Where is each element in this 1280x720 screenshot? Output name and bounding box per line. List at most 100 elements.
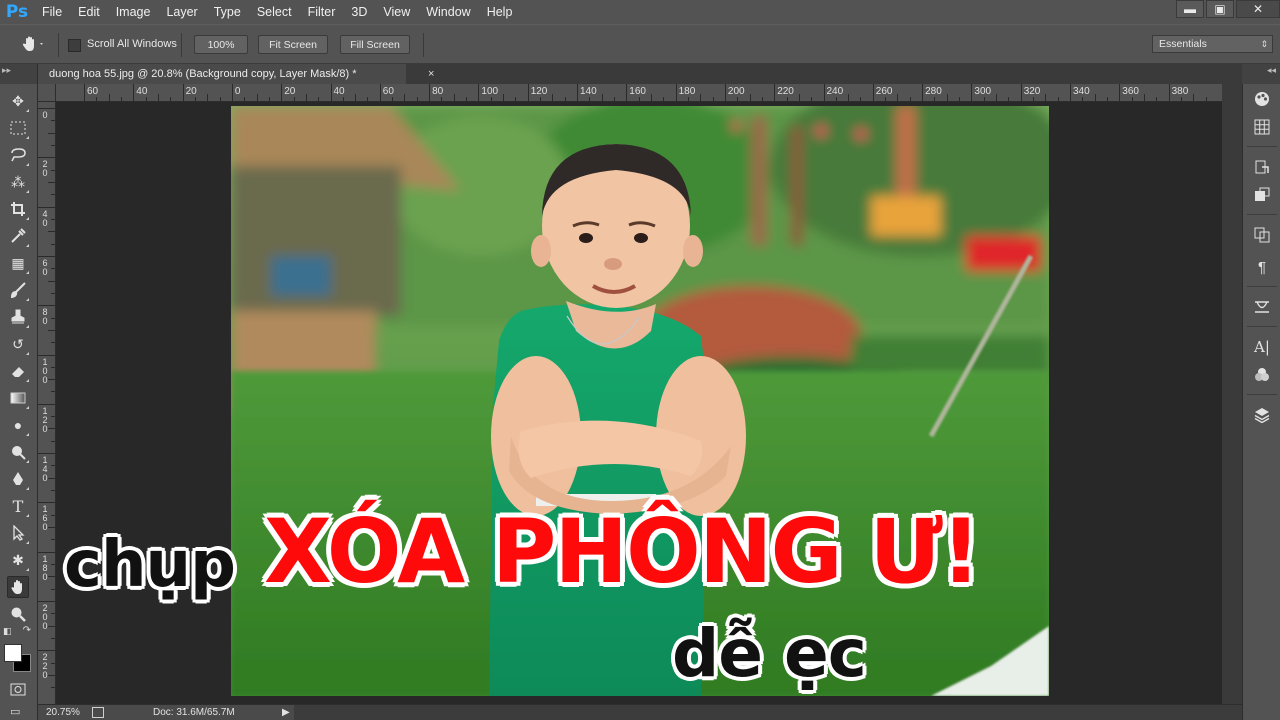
minimize-button[interactable]: ▬ [1176,0,1204,18]
document-tab-close-icon[interactable]: × [428,64,434,84]
ruler-major-tick [281,84,283,101]
ruler-major-tick [626,84,628,101]
ruler-major-tick [330,84,332,101]
maximize-button[interactable]: ▣ [1206,0,1234,18]
ruler-major-tick [84,84,85,101]
menu-window[interactable]: Window [418,0,478,24]
menu-edit[interactable]: Edit [70,0,108,24]
ruler-minor-tick [293,97,295,101]
ruler-minor-tick [51,391,55,393]
color-panel-button[interactable] [1251,88,1273,110]
horizontal-ruler[interactable]: 60 40 20 0 20 40 60 80 100 120 140 160 180 200 220 240 2… [56,84,1222,102]
screen-mode-area: ▭ [0,704,38,720]
ruler-label: 280 [925,86,942,97]
canvas-vertical-scrollbar[interactable] [1222,84,1242,704]
dodge-tool[interactable] [7,441,29,463]
brush-tool[interactable] [7,279,29,301]
swatches-panel-button[interactable] [1251,116,1273,138]
hand-tool[interactable] [7,576,29,598]
move-tool[interactable]: ✥ [7,90,29,112]
marquee-tool[interactable] [7,117,29,139]
tool-preset-picker[interactable] [20,35,50,55]
character-panel-button[interactable]: A| [1251,336,1273,358]
ruler-label: 60 [382,86,394,97]
crop-tool[interactable] [7,198,29,220]
ruler-major-tick [527,84,529,101]
blur-tool[interactable]: ● [7,414,29,436]
ruler-major-tick [1119,84,1121,101]
default-colors-icon[interactable]: ◧ [3,626,12,637]
ruler-minor-tick [194,97,196,101]
document-tab[interactable]: duong hoa 55.jpg @ 20.8% (Background cop… [38,64,406,84]
menu-3d[interactable]: 3D [343,0,375,24]
zoom-100-button[interactable]: 100% [194,35,248,54]
gradient-tool[interactable] [7,387,29,409]
panel-separator [1247,394,1277,395]
ruler-major-tick [774,84,776,101]
menu-help[interactable]: Help [479,0,521,24]
clone-stamp-tool[interactable] [7,306,29,328]
magic-wand-icon: ⁂ [11,173,25,190]
ruler-origin[interactable] [38,84,56,102]
eyedropper-tool[interactable] [7,225,29,247]
ruler-minor-tick [1057,97,1059,101]
type-tool[interactable]: T [7,495,29,517]
adjustments-panel-button[interactable] [1251,184,1273,206]
type-icon: T [12,496,24,516]
ruler-minor-tick [589,97,591,101]
ruler-major-tick [38,305,55,307]
menu-view[interactable]: View [375,0,418,24]
scroll-all-windows-checkbox[interactable] [68,39,81,52]
fit-screen-button[interactable]: Fit Screen [258,35,328,54]
ruler-major-tick [133,84,135,101]
menu-select[interactable]: Select [249,0,300,24]
history-panel-button[interactable] [1251,156,1273,178]
swap-colors-icon[interactable]: ↷ [23,625,31,636]
menu-type[interactable]: Type [206,0,249,24]
quick-mask-button[interactable] [7,678,29,700]
magic-wand-tool[interactable]: ⁂ [7,171,29,193]
screen-mode-icon[interactable]: ▭ [10,705,20,718]
fill-screen-button[interactable]: Fill Screen [340,35,410,54]
paragraph-panel-button[interactable]: ¶ [1251,256,1273,278]
close-window-button[interactable]: ✕ [1236,0,1280,18]
eraser-tool[interactable] [7,360,29,382]
foreground-color-swatch[interactable] [4,644,22,662]
brush-panel-button[interactable] [1251,296,1273,318]
shape-tool[interactable]: ✱ [7,549,29,571]
workspace-select[interactable]: Essentials ⇕ [1152,35,1273,53]
export-icon[interactable] [92,707,104,718]
menu-filter[interactable]: Filter [300,0,344,24]
status-bar: 20.75% Doc: 31.6M/65.7M ▶ [38,704,1242,720]
ruler-label: 100 [481,86,499,97]
channels-panel-button[interactable] [1251,364,1273,386]
toolbox-header[interactable]: ▸▸ [0,64,38,84]
vertical-ruler[interactable]: 0 20 40 60 80 100 120 140 160 180 200 220 [38,102,56,704]
lasso-tool[interactable] [7,144,29,166]
workspace-value: Essentials [1159,38,1207,50]
ruler-minor-tick [51,194,55,196]
layers-panel-button[interactable] [1251,404,1273,426]
status-menu-arrow-icon[interactable]: ▶ [282,705,290,720]
clone-source-panel-button[interactable] [1251,224,1273,246]
menu-layer[interactable]: Layer [158,0,205,24]
menu-file[interactable]: File [34,0,70,24]
zoom-level[interactable]: 20.75% [46,705,80,720]
zoom-tool[interactable] [7,603,29,625]
menu-image[interactable]: Image [108,0,159,24]
photo-drawing [231,106,1049,696]
pen-tool[interactable] [7,468,29,490]
horizontal-scrollbar[interactable] [294,705,1242,720]
panel-dock-header[interactable]: ◂◂ [1242,64,1280,84]
ruler-label: 40 [136,86,148,97]
hand-icon [11,580,22,594]
adjustments-panel-icon [1255,187,1270,201]
history-brush-tool[interactable]: ↺ [7,333,29,355]
ruler-label: 320 [1023,86,1041,97]
healing-brush-icon: ▦ [11,254,25,271]
path-selection-tool[interactable] [7,522,29,544]
ruler-label: 100 [42,356,48,385]
ruler-major-tick [38,157,55,159]
healing-brush-tool[interactable]: ▦ [7,252,29,274]
ruler-minor-tick [761,97,763,101]
